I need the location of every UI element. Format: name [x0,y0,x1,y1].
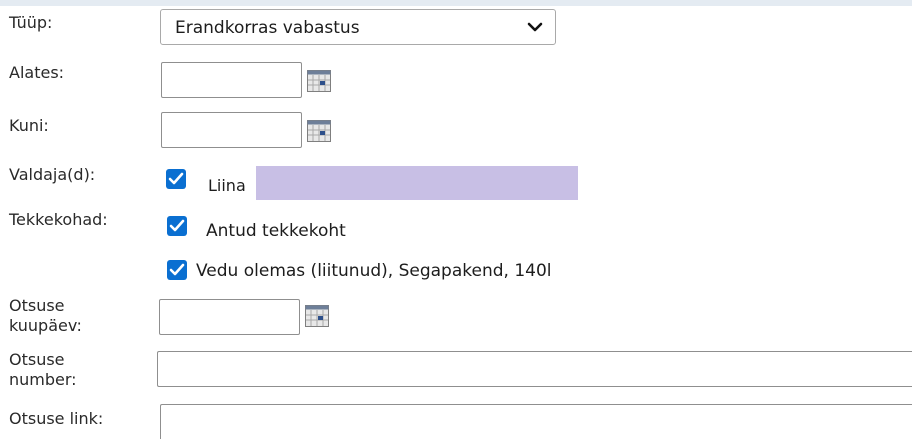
from-date-input[interactable] [161,62,302,98]
locations-label: Tekkekohad: [9,210,108,229]
redacted-owner-name [256,166,578,200]
location-option-2: Vedu olemas (liitunud), Segapakend, 140l [196,261,552,281]
location-checkbox-1[interactable] [167,216,187,236]
from-date-label: Alates: [9,63,65,82]
owner-name: Liina [208,176,246,195]
decision-number-label-line-1: Otsuse [9,350,65,369]
calendar-icon[interactable] [307,70,331,92]
owner-checkbox[interactable] [166,169,186,189]
checkmark-icon [169,219,185,232]
type-select-value: Erandkorras vabastus [175,18,360,38]
calendar-icon[interactable] [307,120,331,142]
to-date-label: Kuni: [9,116,49,135]
location-option-1: Antud tekkekoht [206,221,346,241]
decision-number-label: Otsuse number: [9,350,77,390]
decision-date-label-line-2: kuupäev: [9,316,82,335]
checkmark-icon [168,172,184,185]
decision-number-label-line-2: number: [9,370,77,389]
calendar-icon[interactable] [305,305,329,327]
decision-link-label: Otsuse link: [9,409,104,428]
decision-link-input[interactable] [160,404,912,439]
type-select[interactable]: Erandkorras vabastus [160,9,556,45]
decision-date-input[interactable] [159,299,300,335]
chevron-down-icon [527,22,543,32]
decision-number-input[interactable] [157,351,912,387]
top-strip [0,0,912,6]
owners-label: Valdaja(d): [9,165,96,184]
location-checkbox-2[interactable] [167,260,187,280]
decision-date-label: Otsuse kuupäev: [9,296,82,336]
checkmark-icon [169,263,185,276]
to-date-input[interactable] [161,112,302,148]
decision-date-label-line-1: Otsuse [9,296,65,315]
type-label: Tüüp: [9,13,53,32]
